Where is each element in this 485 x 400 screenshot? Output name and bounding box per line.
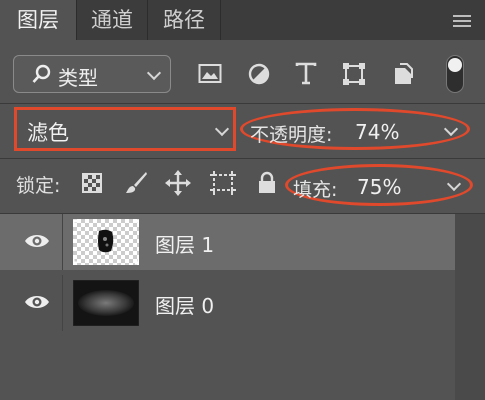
lock-position-icon[interactable]: [165, 170, 191, 196]
layer-filter-label: 类型: [58, 66, 98, 90]
layer-list-scrollbar[interactable]: [455, 214, 485, 400]
blend-mode-select[interactable]: 滤色: [14, 107, 236, 151]
smart-object-filter-icon[interactable]: [392, 62, 414, 86]
divider: [0, 158, 485, 159]
filter-toggle-switch[interactable]: [446, 55, 464, 93]
layer-filter-select[interactable]: 类型: [13, 55, 171, 93]
layer-thumbnail: [73, 280, 139, 326]
fill-label: 填充:: [293, 179, 338, 201]
lock-image-pixels-icon[interactable]: [123, 170, 149, 196]
toggle-knob: [448, 58, 462, 72]
layer-name[interactable]: 图层 0: [155, 290, 214, 319]
layer-row-1[interactable]: 图层 1: [0, 214, 455, 270]
layer-row-0[interactable]: 图层 0: [0, 275, 455, 331]
lock-artboard-icon[interactable]: [209, 170, 237, 196]
chevron-down-icon: [146, 65, 162, 81]
layer-thumbnail: [73, 219, 139, 265]
tab-channels[interactable]: 通道: [77, 0, 148, 40]
lock-all-icon[interactable]: [257, 171, 277, 195]
opacity-control[interactable]: 不透明度: 74%: [240, 104, 472, 154]
opacity-label: 不透明度:: [250, 124, 333, 146]
blend-mode-value: 滤色: [27, 121, 69, 145]
adjustment-filter-icon[interactable]: [247, 62, 271, 86]
shape-filter-icon[interactable]: [342, 62, 366, 86]
divider: [62, 275, 63, 331]
panel-menu-icon[interactable]: [453, 15, 471, 27]
tab-layers[interactable]: 图层: [0, 0, 77, 40]
divider: [62, 214, 63, 270]
opacity-value[interactable]: 74%: [355, 120, 399, 144]
type-filter-icon[interactable]: [295, 62, 317, 86]
eye-icon[interactable]: [24, 232, 50, 250]
eye-icon[interactable]: [24, 293, 50, 311]
fill-value[interactable]: 75%: [357, 175, 401, 199]
panel-tab-bar: 图层 通道 路径: [0, 0, 485, 40]
lock-transparent-pixels-icon[interactable]: [82, 173, 102, 193]
lock-label: 锁定:: [16, 175, 61, 197]
search-icon: [32, 64, 51, 83]
fill-control[interactable]: 填充: 75%: [285, 162, 475, 208]
chevron-down-icon: [214, 121, 230, 137]
image-filter-icon[interactable]: [198, 63, 222, 85]
layer-name[interactable]: 图层 1: [155, 229, 214, 258]
tab-paths[interactable]: 路径: [148, 0, 221, 40]
